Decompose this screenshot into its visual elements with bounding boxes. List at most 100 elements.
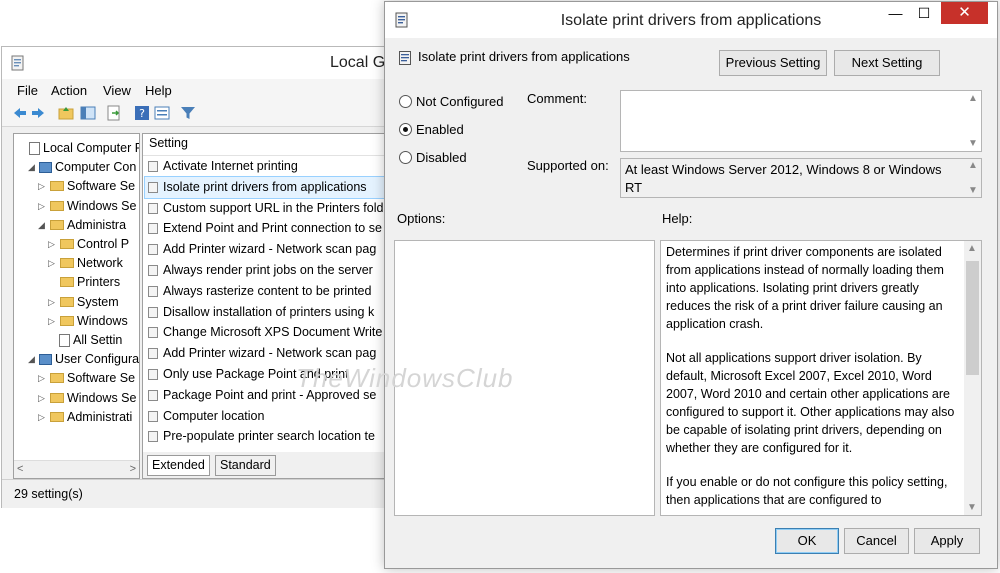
expand-icon[interactable]: ▷ [38, 408, 47, 427]
apply-button[interactable]: Apply [914, 528, 980, 554]
tree-item[interactable]: Local Computer P [18, 139, 139, 158]
setting-row[interactable]: Custom support URL in the Printers fold [148, 198, 383, 219]
tree-item[interactable]: ◢ User Configura [28, 350, 139, 369]
setting-row[interactable]: Activate Internet printing [148, 156, 298, 177]
tree-item[interactable]: ▷ Windows [48, 312, 128, 331]
setting-column-header[interactable]: Setting [143, 134, 387, 156]
computer-icon [39, 354, 52, 366]
radio-not-configured[interactable]: Not Configured [399, 93, 503, 111]
setting-column-header-label: Setting [149, 136, 188, 150]
dialog-title-bar[interactable]: Isolate print drivers from applications … [385, 2, 997, 38]
svg-text:?: ? [139, 107, 145, 120]
expand-icon[interactable]: ▷ [38, 389, 47, 408]
setting-row[interactable]: Disallow installation of printers using … [148, 302, 374, 323]
supported-scrollbar[interactable]: ▲ ▼ [965, 159, 981, 197]
tree-horizontal-scrollbar[interactable]: < > [14, 460, 139, 478]
setting-row[interactable]: Change Microsoft XPS Document Write [148, 322, 382, 343]
expand-icon[interactable]: ▷ [48, 254, 57, 273]
radio-disabled[interactable]: Disabled [399, 149, 467, 167]
forward-arrow-icon[interactable] [30, 105, 46, 121]
setting-row-label: Pre-populate printer search location te [163, 429, 375, 444]
radio-enabled[interactable]: Enabled [399, 121, 464, 139]
expand-icon[interactable]: ▷ [48, 293, 57, 312]
comment-textbox[interactable]: ▲ ▼ [620, 90, 982, 152]
scroll-up-icon[interactable]: ▲ [965, 160, 981, 171]
tree-item[interactable]: ▷ Software Se [38, 177, 135, 196]
setting-row[interactable]: Pre-populate printer search location te [148, 426, 375, 447]
setting-row[interactable]: Add Printer wizard - Network scan pag [148, 239, 376, 260]
tree-item[interactable]: ▷ Software Se [38, 369, 135, 388]
tree-item[interactable]: All Settin [48, 331, 122, 350]
ok-button[interactable]: OK [775, 528, 839, 554]
filter-icon[interactable] [180, 105, 196, 121]
cancel-button[interactable]: Cancel [844, 528, 909, 554]
title-bar[interactable]: Local G [2, 47, 420, 79]
expand-icon[interactable]: ▷ [38, 369, 47, 388]
help-panel[interactable]: Determines if print driver components ar… [660, 240, 982, 516]
collapse-icon[interactable]: ◢ [28, 158, 37, 177]
scroll-right-icon[interactable]: > [130, 463, 136, 475]
setting-row[interactable]: Add Printer wizard - Network scan pag [148, 343, 376, 364]
properties-icon[interactable] [154, 105, 170, 121]
scroll-up-icon[interactable]: ▲ [965, 93, 981, 104]
tree-item[interactable]: ▷ Windows Se [38, 389, 136, 408]
close-button[interactable]: ✕ [941, 2, 988, 24]
export-list-icon[interactable] [106, 105, 122, 121]
up-folder-icon[interactable] [58, 105, 74, 121]
tree-item-label: Network [77, 256, 123, 271]
tree-item[interactable]: Printers [48, 273, 120, 292]
menu-view[interactable]: View [103, 83, 131, 98]
setting-row[interactable]: Isolate print drivers from applications [144, 175, 387, 199]
setting-row[interactable]: Extend Point and Print connection to se [148, 218, 382, 239]
tree-item[interactable]: ◢ Computer Con [28, 158, 136, 177]
tree-item-label: Administrati [67, 409, 133, 424]
menu-file[interactable]: File [17, 83, 38, 98]
help-icon[interactable]: ? [134, 105, 150, 121]
back-arrow-icon[interactable] [12, 105, 28, 121]
maximize-button[interactable]: ☐ [910, 2, 938, 24]
previous-setting-button[interactable]: Previous Setting [719, 50, 827, 76]
console-tree[interactable]: Local Computer P ◢ Computer Con ▷ Software S… [13, 133, 140, 479]
setting-row-label: Disallow installation of printers using … [163, 304, 375, 319]
comment-scrollbar[interactable]: ▲ ▼ [965, 91, 981, 151]
collapse-icon[interactable]: ◢ [38, 216, 47, 235]
scroll-up-icon[interactable]: ▲ [964, 243, 980, 254]
show-hide-console-tree-icon[interactable] [80, 105, 96, 121]
menu-action[interactable]: Action [51, 83, 87, 98]
scroll-down-icon[interactable]: ▼ [964, 502, 980, 513]
tree-item[interactable]: ◢ Administra [38, 216, 126, 235]
settings-list[interactable]: Setting Activate Internet printing Isolat… [142, 133, 387, 479]
setting-row[interactable]: Computer location [148, 406, 264, 427]
help-scrollbar[interactable]: ▲ ▼ [964, 241, 981, 515]
folder-icon [60, 239, 74, 249]
tree-item[interactable]: ▷ Administrati [38, 408, 132, 427]
supported-on-value: At least Windows Server 2012, Windows 8 … [625, 162, 942, 195]
expand-icon[interactable]: ▷ [38, 197, 47, 216]
tab-standard[interactable]: Standard [215, 455, 276, 476]
tree-item[interactable]: ▷ Windows Se [38, 197, 136, 216]
setting-row[interactable]: Always rasterize content to be printed [148, 281, 371, 302]
tab-extended[interactable]: Extended [147, 455, 210, 476]
menu-help[interactable]: Help [145, 83, 172, 98]
tree-item-label: Printers [77, 275, 121, 290]
scroll-down-icon[interactable]: ▼ [965, 138, 981, 149]
collapse-icon[interactable]: ◢ [28, 350, 37, 369]
radio-enabled-button[interactable] [399, 123, 412, 136]
scroll-down-icon[interactable]: ▼ [965, 185, 981, 196]
scroll-thumb[interactable] [966, 261, 979, 375]
policy-setting-icon [148, 431, 158, 443]
expand-icon[interactable]: ▷ [48, 235, 57, 254]
tree-item[interactable]: ▷ System [48, 293, 119, 312]
minimize-button[interactable]: — [881, 2, 910, 24]
supported-on-label: Supported on: [527, 158, 609, 173]
tree-item[interactable]: ▷ Network [48, 254, 123, 273]
scroll-left-icon[interactable]: < [17, 463, 23, 475]
radio-not-configured-button[interactable] [399, 95, 412, 108]
setting-row-label: Always render print jobs on the server [163, 263, 373, 277]
expand-icon[interactable]: ▷ [38, 177, 47, 196]
tree-item[interactable]: ▷ Control P [48, 235, 129, 254]
setting-row[interactable]: Always render print jobs on the server [148, 260, 373, 281]
radio-disabled-button[interactable] [399, 151, 412, 164]
expand-icon[interactable]: ▷ [48, 312, 57, 331]
next-setting-button[interactable]: Next Setting [834, 50, 940, 76]
